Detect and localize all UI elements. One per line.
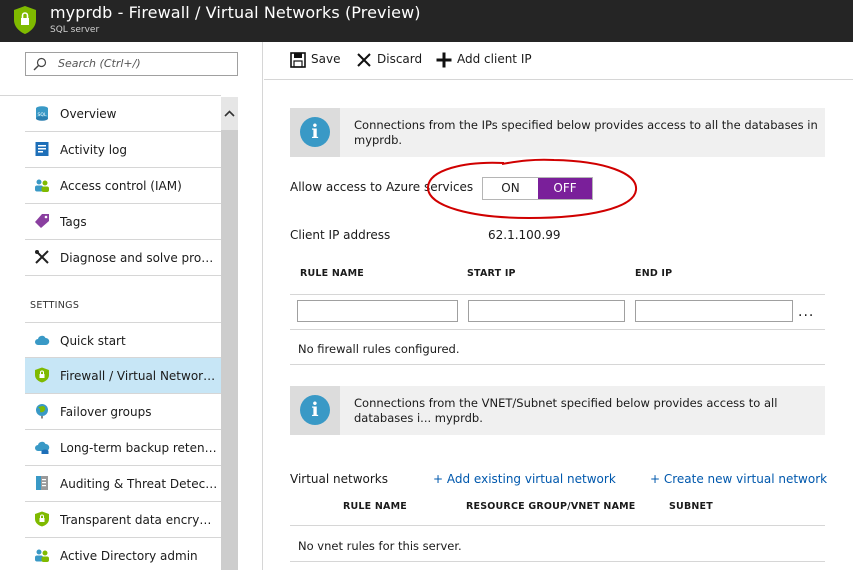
sidebar-item-label: Firewall / Virtual Networks (Preview) bbox=[60, 369, 218, 383]
divider bbox=[290, 329, 825, 330]
sidebar-item-label: Active Directory admin bbox=[60, 549, 198, 563]
info-icon: i bbox=[300, 395, 330, 425]
column-header-start-ip: START IP bbox=[467, 268, 516, 279]
search-icon bbox=[33, 57, 47, 71]
vnet-info-text: Connections from the VNET/Subnet specifi… bbox=[354, 396, 778, 425]
sidebar-item-label: Long-term backup retention bbox=[60, 441, 218, 455]
shield-icon bbox=[14, 6, 36, 34]
divider bbox=[290, 294, 825, 295]
main-content: Save Discard Add client IP i Connections… bbox=[264, 42, 853, 570]
virtual-networks-label: Virtual networks bbox=[290, 472, 389, 486]
sidebar-item-tde[interactable]: Transparent data encryption bbox=[25, 502, 221, 538]
toolbar: Save Discard Add client IP bbox=[264, 42, 853, 80]
settings-header: SETTINGS bbox=[30, 300, 80, 311]
column-header-rule-name: RULE NAME bbox=[343, 501, 407, 512]
vnet-info-banner: i Connections from the VNET/Subnet speci… bbox=[290, 386, 825, 435]
empty-vnet-message: No vnet rules for this server. bbox=[298, 539, 462, 553]
sidebar-item-label: Tags bbox=[60, 215, 87, 229]
sidebar-item-activity-log[interactable]: Activity log bbox=[25, 132, 221, 168]
globe-icon bbox=[36, 404, 48, 419]
sql-database-icon: SQL bbox=[36, 106, 48, 121]
column-header-rule-name: RULE NAME bbox=[300, 268, 364, 279]
divider bbox=[290, 364, 825, 365]
empty-firewall-message: No firewall rules configured. bbox=[298, 342, 460, 356]
activity-log-icon bbox=[35, 142, 49, 156]
column-header-resource-group: RESOURCE GROUP/VNET NAME bbox=[466, 501, 636, 512]
sidebar-item-ad-admin[interactable]: Active Directory admin bbox=[25, 538, 221, 574]
column-header-end-ip: END IP bbox=[635, 268, 673, 279]
sidebar-item-access-control[interactable]: Access control (IAM) bbox=[25, 168, 221, 204]
sidebar-item-label: Transparent data encryption bbox=[60, 513, 218, 527]
search-input[interactable]: Search (Ctrl+/) bbox=[25, 52, 238, 76]
svg-text:SQL: SQL bbox=[38, 112, 47, 118]
sidebar-item-label: Failover groups bbox=[60, 405, 152, 419]
audit-icon bbox=[36, 476, 48, 490]
end-ip-input[interactable] bbox=[635, 300, 793, 322]
save-label: Save bbox=[311, 52, 341, 66]
divider bbox=[290, 561, 825, 562]
info-icon-box: i bbox=[290, 108, 340, 157]
sidebar-item-label: Access control (IAM) bbox=[60, 179, 182, 193]
discard-label: Discard bbox=[377, 52, 423, 66]
page-subtitle: SQL server bbox=[50, 25, 100, 35]
save-icon bbox=[290, 52, 306, 68]
sidebar-item-firewall[interactable]: Firewall / Virtual Networks (Preview) bbox=[25, 358, 221, 394]
sidebar-item-label: Quick start bbox=[60, 334, 126, 348]
client-ip-label: Client IP address bbox=[290, 228, 391, 242]
rule-name-input[interactable] bbox=[297, 300, 458, 322]
sidebar-item-diagnose[interactable]: Diagnose and solve problems bbox=[25, 240, 221, 276]
start-ip-input[interactable] bbox=[468, 300, 625, 322]
red-annotation-circle bbox=[426, 158, 638, 220]
firewall-info-text: Connections from the IPs specified below… bbox=[354, 118, 818, 147]
sidebar-item-label: Activity log bbox=[60, 143, 127, 157]
column-header-subnet: SUBNET bbox=[669, 501, 713, 512]
info-icon-box: i bbox=[290, 386, 340, 435]
sidebar-item-label: Auditing & Threat Detection bbox=[60, 477, 218, 491]
add-existing-vnet-link[interactable]: + Add existing virtual network bbox=[433, 472, 616, 486]
page-title: myprdb - Firewall / Virtual Networks (Pr… bbox=[50, 3, 421, 22]
shield-icon bbox=[35, 511, 49, 527]
ad-admin-icon bbox=[35, 549, 49, 562]
plus-icon bbox=[436, 52, 452, 68]
sidebar-item-backup-retention[interactable]: Long-term backup retention bbox=[25, 430, 221, 466]
wrench-icon bbox=[35, 250, 49, 264]
users-icon bbox=[35, 179, 49, 192]
client-ip-value: 62.1.100.99 bbox=[488, 228, 561, 242]
title-bar: myprdb - Firewall / Virtual Networks (Pr… bbox=[0, 0, 853, 42]
firewall-info-banner: i Connections from the IPs specified bel… bbox=[290, 108, 825, 157]
chevron-up-icon bbox=[224, 110, 235, 117]
sidebar-item-label: Overview bbox=[60, 107, 117, 121]
close-icon bbox=[357, 53, 371, 67]
info-icon: i bbox=[300, 117, 330, 147]
scrollbar-thumb[interactable] bbox=[221, 130, 238, 570]
scroll-up-button[interactable] bbox=[221, 97, 238, 130]
add-client-ip-label: Add client IP bbox=[457, 52, 532, 66]
sidebar-item-overview[interactable]: SQL Overview bbox=[25, 96, 221, 132]
sidebar: Search (Ctrl+/) SQL Overview Activity lo… bbox=[0, 42, 263, 570]
create-new-vnet-link[interactable]: + Create new virtual network bbox=[650, 472, 827, 486]
shield-icon bbox=[35, 367, 49, 383]
tag-icon bbox=[35, 214, 49, 228]
search-placeholder: Search (Ctrl+/) bbox=[58, 57, 141, 70]
cloud-icon bbox=[35, 335, 50, 345]
sidebar-item-auditing[interactable]: Auditing & Threat Detection bbox=[25, 466, 221, 502]
sidebar-item-tags[interactable]: Tags bbox=[25, 204, 221, 240]
divider bbox=[290, 525, 825, 526]
cloud-backup-icon bbox=[35, 441, 50, 454]
more-options-icon[interactable]: ... bbox=[798, 304, 814, 320]
sidebar-item-quick-start[interactable]: Quick start bbox=[25, 322, 221, 358]
sidebar-item-label: Diagnose and solve problems bbox=[60, 251, 218, 265]
sidebar-item-failover-groups[interactable]: Failover groups bbox=[25, 394, 221, 430]
